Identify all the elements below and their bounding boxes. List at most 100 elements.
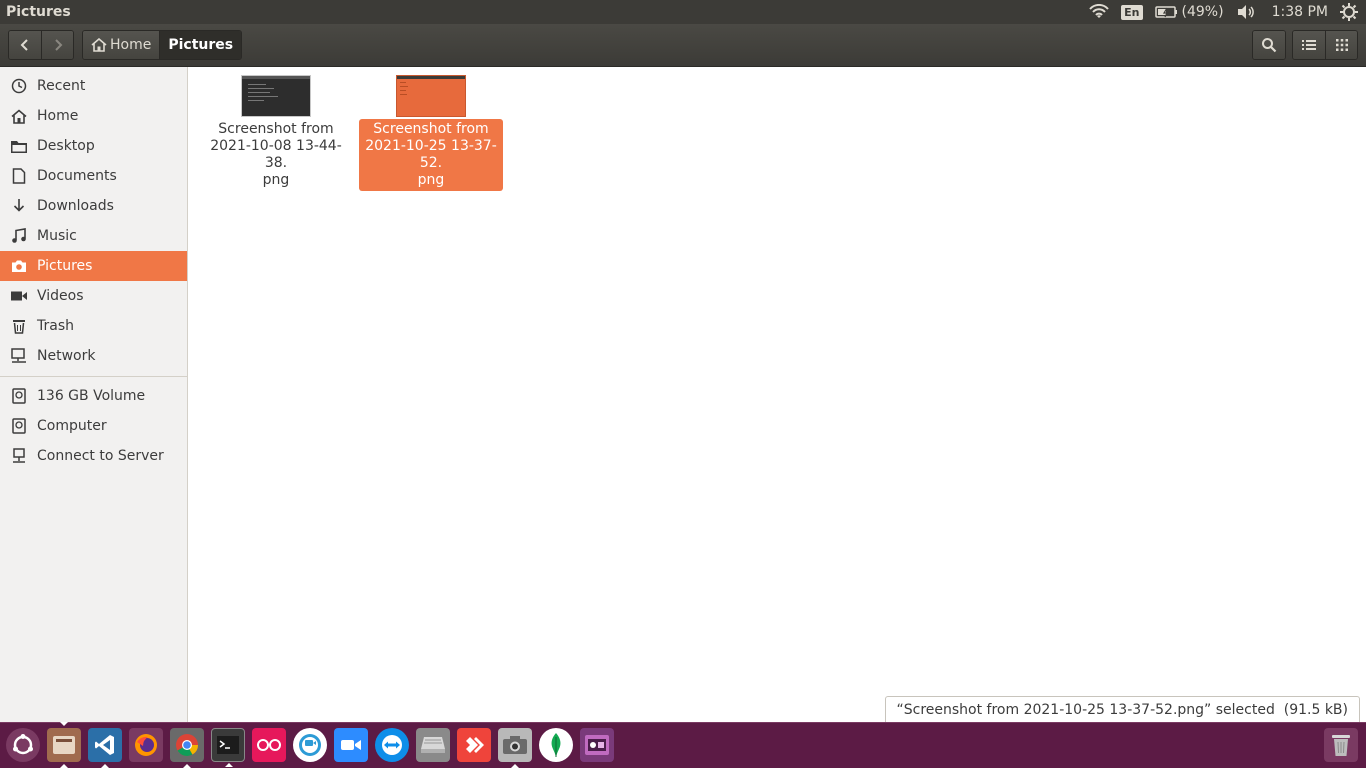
ring-icon[interactable] xyxy=(293,728,327,762)
video-icon xyxy=(10,287,28,305)
server-icon xyxy=(10,447,28,465)
chevron-right-icon xyxy=(54,39,62,51)
folder-icon xyxy=(10,137,28,155)
files-icon[interactable] xyxy=(47,722,81,768)
sidebar-item-videos[interactable]: Videos xyxy=(0,281,187,311)
file-name: Screenshot from 2021-10-25 13-37-52. png xyxy=(359,119,503,191)
sidebar-item-label: Music xyxy=(37,228,77,244)
chevron-left-icon xyxy=(20,39,28,51)
file-name-line: Screenshot from xyxy=(373,121,489,137)
screenshot-icon[interactable] xyxy=(498,728,532,768)
file-thumbnail xyxy=(396,75,466,117)
flickr-icon[interactable] xyxy=(252,728,286,762)
drive-icon xyxy=(10,387,28,405)
mongodb-icon[interactable] xyxy=(539,728,573,762)
sidebar-item-label: Pictures xyxy=(37,258,93,274)
breadcrumb-home-label: Home xyxy=(110,37,152,53)
sidebar-item-music[interactable]: Music xyxy=(0,221,187,251)
vscode-icon[interactable] xyxy=(88,728,122,768)
battery-percent: (49%) xyxy=(1181,4,1224,20)
file-name-line: png xyxy=(262,172,290,188)
wifi-icon[interactable] xyxy=(1083,0,1115,24)
video-editor-icon[interactable] xyxy=(580,728,614,762)
sidebar-item-documents[interactable]: Documents xyxy=(0,161,187,191)
sidebar-item-label: Network xyxy=(37,348,96,364)
back-button[interactable] xyxy=(9,31,41,59)
clock-icon xyxy=(10,77,28,95)
disks-icon[interactable] xyxy=(416,728,450,762)
breadcrumb: Home Pictures xyxy=(82,30,243,60)
settings-gear-icon[interactable] xyxy=(1338,0,1366,24)
sidebar-item-network[interactable]: Network xyxy=(0,341,187,371)
file-name-line: Screenshot from xyxy=(218,121,334,137)
sidebar-item-label: Desktop xyxy=(37,138,95,154)
chrome-icon[interactable] xyxy=(170,728,204,768)
trash-icon[interactable] xyxy=(1324,728,1358,762)
breadcrumb-pictures[interactable]: Pictures xyxy=(159,31,242,59)
list-view-button[interactable] xyxy=(1293,31,1325,59)
file-name-line: 2021-10-25 13-37-52. xyxy=(365,138,497,171)
sidebar-item-136gb-volume[interactable]: 136 GB Volume xyxy=(0,381,187,411)
ubuntu-dash-icon[interactable] xyxy=(6,728,40,762)
sidebar-item-trash[interactable]: Trash xyxy=(0,311,187,341)
sidebar-item-label: Documents xyxy=(37,168,117,184)
sidebar-item-connect-to-server[interactable]: Connect to Server xyxy=(0,441,187,471)
search-group xyxy=(1252,30,1286,60)
header-bar: Home Pictures xyxy=(0,24,1366,67)
file-name-line: 2021-10-08 13-44-38. xyxy=(210,138,342,171)
volume-icon[interactable] xyxy=(1230,0,1262,24)
file-name-line: png xyxy=(417,172,445,188)
sidebar-item-desktop[interactable]: Desktop xyxy=(0,131,187,161)
grid-view-icon xyxy=(1335,39,1348,51)
sidebar-item-home[interactable]: Home xyxy=(0,101,187,131)
home-icon xyxy=(91,38,107,52)
grid-view-button[interactable] xyxy=(1325,31,1357,59)
top-panel: Pictures En (49%) 1:38 PM xyxy=(0,0,1366,24)
file-thumbnail xyxy=(241,75,311,117)
terminal-icon[interactable] xyxy=(211,728,245,767)
sidebar-item-computer[interactable]: Computer xyxy=(0,411,187,441)
list-view-icon xyxy=(1302,40,1316,50)
file-item[interactable]: Screenshot from 2021-10-08 13-44-38. png xyxy=(204,75,348,191)
view-toggle-group xyxy=(1292,30,1358,60)
sidebar-item-pictures[interactable]: Pictures xyxy=(0,251,187,281)
language-badge: En xyxy=(1121,4,1143,20)
app-title: Pictures xyxy=(6,4,71,20)
download-icon xyxy=(10,197,28,215)
file-name: Screenshot from 2021-10-08 13-44-38. png xyxy=(204,119,348,191)
firefox-icon[interactable] xyxy=(129,728,163,762)
sidebar-item-label: Trash xyxy=(37,318,74,334)
document-icon xyxy=(10,167,28,185)
clock-text[interactable]: 1:38 PM xyxy=(1262,0,1338,24)
network-icon xyxy=(10,347,28,365)
file-item-selected[interactable]: Screenshot from 2021-10-25 13-37-52. png xyxy=(359,75,503,191)
sidebar-divider xyxy=(0,376,187,377)
sidebar-item-label: Computer xyxy=(37,418,107,434)
battery-indicator[interactable]: (49%) xyxy=(1149,0,1230,24)
sidebar-item-label: Connect to Server xyxy=(37,448,164,464)
sidebar-item-recent[interactable]: Recent xyxy=(0,71,187,101)
language-indicator[interactable]: En xyxy=(1115,0,1148,24)
trash-icon xyxy=(10,317,28,335)
sidebar-item-label: Recent xyxy=(37,78,86,94)
forward-button[interactable] xyxy=(41,31,73,59)
search-icon xyxy=(1262,38,1277,53)
home-icon xyxy=(10,107,28,125)
nav-buttons xyxy=(8,30,74,60)
launcher-dock xyxy=(0,722,1366,768)
status-text: “Screenshot from 2021-10-25 13-37-52.png… xyxy=(896,701,1349,718)
breadcrumb-home[interactable]: Home xyxy=(83,31,160,59)
sidebar-item-label: Downloads xyxy=(37,198,114,214)
music-icon xyxy=(10,227,28,245)
drive-icon xyxy=(10,417,28,435)
zoom-icon[interactable] xyxy=(334,728,368,762)
anydesk-icon[interactable] xyxy=(457,728,491,762)
breadcrumb-pictures-label: Pictures xyxy=(168,37,234,53)
search-button[interactable] xyxy=(1253,31,1285,59)
sidebar-item-label: 136 GB Volume xyxy=(37,388,146,404)
teamviewer-icon[interactable] xyxy=(375,728,409,762)
sidebar-item-label: Videos xyxy=(37,288,84,304)
sidebar-item-label: Home xyxy=(37,108,79,124)
battery-icon xyxy=(1154,6,1177,18)
sidebar-item-downloads[interactable]: Downloads xyxy=(0,191,187,221)
